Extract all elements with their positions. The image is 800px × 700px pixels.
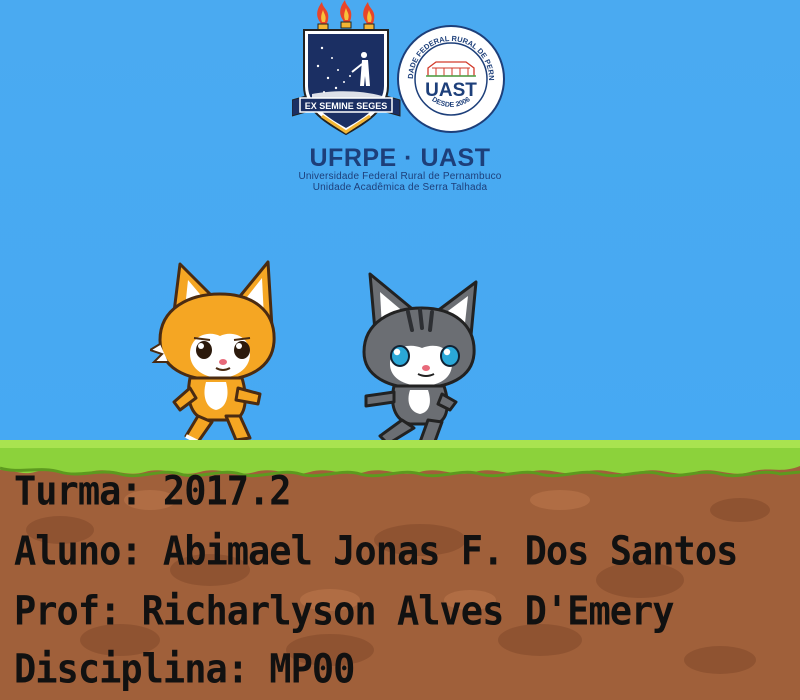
gray-cat-character	[362, 272, 478, 446]
class-label: Turma: 2017.2	[14, 468, 292, 515]
crest-motto: EX SEMINE SEGES	[305, 101, 388, 111]
brand-subtitle-unit: Unidade Acadêmica de Serra Talhada	[312, 182, 488, 193]
orange-fox-character	[150, 260, 276, 444]
game-scene: EX SEMINE SEGES UNIVERSIDADE FEDERAL RUR…	[0, 0, 800, 700]
brand-subtitle-university: Universidade Federal Rural de Pernambuco	[298, 171, 502, 182]
uast-seal-icon: UNIVERSIDADE FEDERAL RURAL DE PERNAMBUCO…	[396, 24, 505, 133]
course-label: Disciplina: MP00	[14, 646, 355, 693]
student-label: Aluno: Abimael Jonas F. Dos Santos	[14, 528, 738, 575]
ufrpe-crest-icon: EX SEMINE SEGES	[292, 0, 401, 136]
brand-title: UFRPE · UAST	[309, 144, 491, 172]
professor-label: Prof: Richarlyson Alves D'Emery	[14, 588, 675, 635]
seal-center-text: UAST	[425, 80, 477, 101]
ufrpe-uast-logo: EX SEMINE SEGES UNIVERSIDADE FEDERAL RUR…	[290, 0, 510, 195]
